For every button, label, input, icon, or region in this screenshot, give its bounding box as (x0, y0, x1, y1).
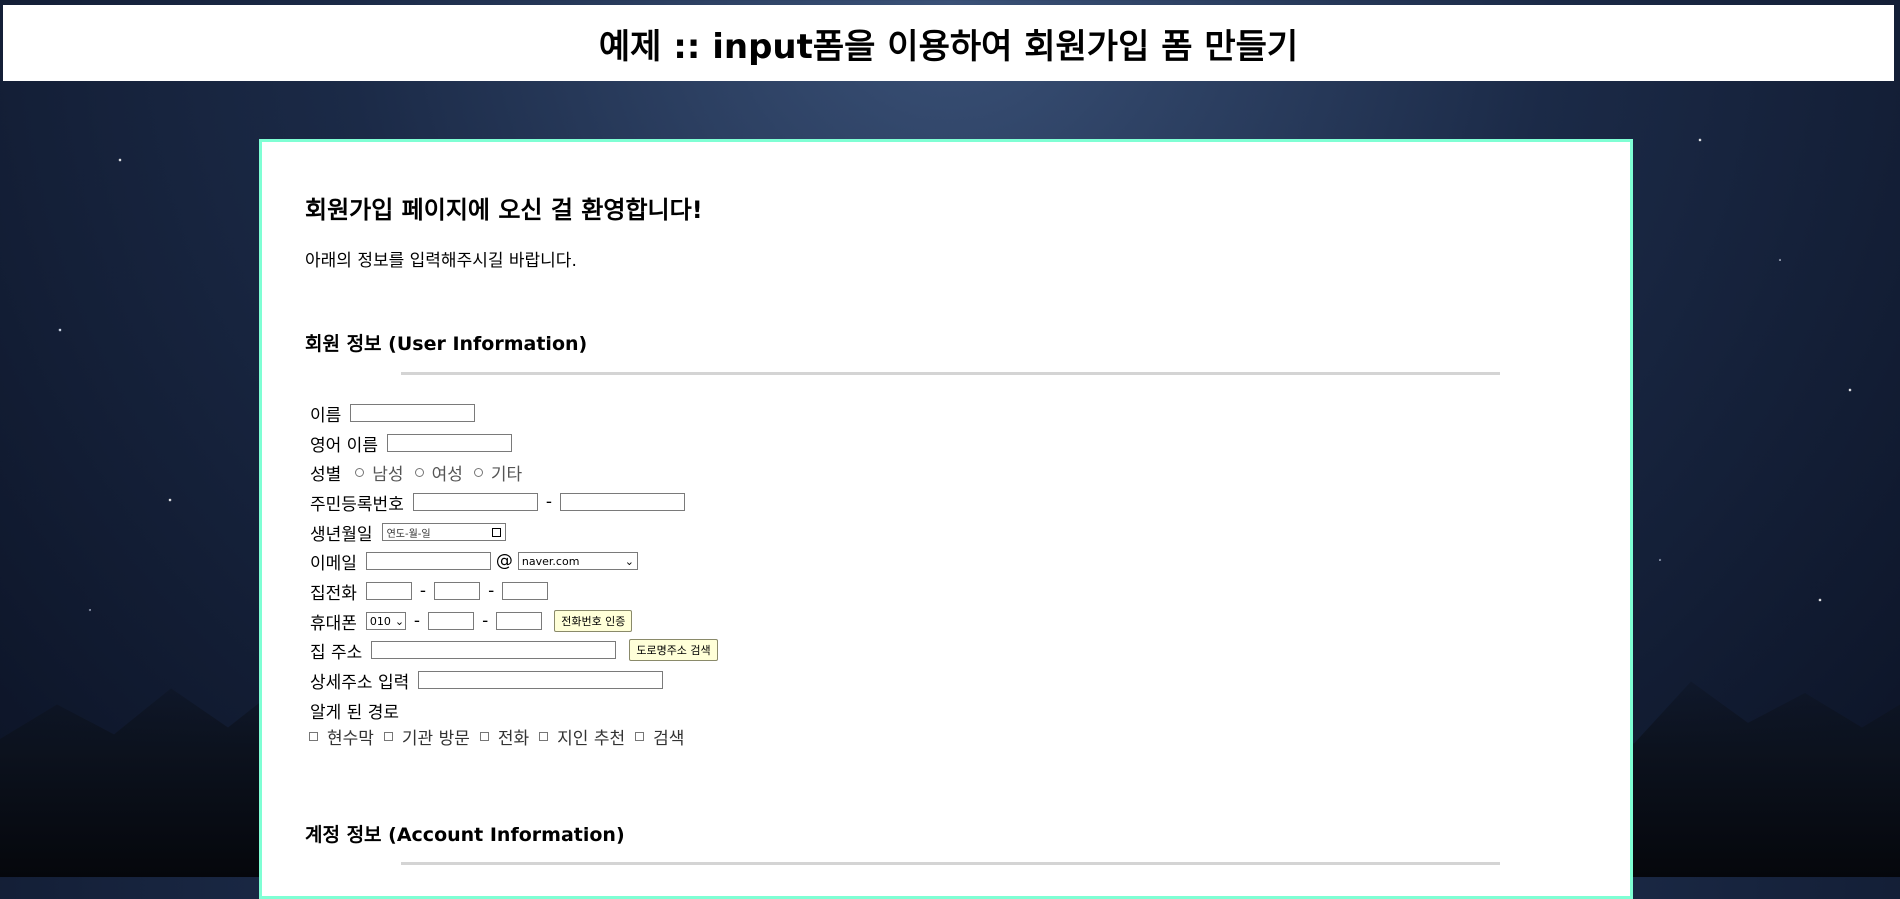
user-info-heading: 회원 정보 (User Information) (305, 333, 588, 355)
page-title: 예제 :: input폼을 이용하여 회원가입 폼 만들기 (598, 26, 1299, 67)
birthdate-label: 생년월일 (310, 524, 373, 545)
english-name-input[interactable] (386, 434, 512, 452)
birthdate-input[interactable]: 연도-월-일 (381, 523, 506, 541)
mobile-prefix-select[interactable]: 010 ⌄ (365, 612, 406, 630)
mobile-label: 휴대폰 (310, 613, 357, 634)
welcome-heading: 회원가입 페이지에 오신 걸 환영합니다! (305, 196, 703, 224)
address-detail-label: 상세주소 입력 (310, 672, 410, 693)
referral-visit-checkbox[interactable] (383, 731, 393, 741)
rrn-dash: - (545, 492, 552, 512)
referral-label: 알게 된 경로 (310, 702, 400, 723)
referral-banner-label: 현수막 (327, 728, 374, 749)
mobile-dash-2: - (482, 611, 489, 631)
referral-phone-label: 전화 (497, 728, 530, 749)
gender-male-radio[interactable] (355, 467, 365, 477)
gender-male-label: 남성 (372, 464, 404, 485)
email-local-input[interactable] (365, 552, 491, 570)
address-detail-row: 상세주소 입력 (310, 667, 664, 693)
name-label: 이름 (310, 405, 342, 426)
form-instructions: 아래의 정보를 입력해주시길 바랍니다. (305, 251, 577, 271)
gender-row: 성별 남성 여성 기타 (310, 459, 528, 485)
phone-verify-button[interactable]: 전화번호 인증 (554, 610, 633, 632)
rrn-label: 주민등록번호 (310, 494, 404, 515)
referral-search-label: 검색 (653, 728, 685, 749)
name-row: 이름 (310, 400, 476, 426)
user-info-divider (401, 372, 1500, 375)
home-phone-part3-input[interactable] (502, 582, 549, 600)
home-phone-dash-1: - (419, 581, 427, 601)
home-phone-row: 집전화 - - (310, 578, 549, 604)
mobile-prefix-value: 010 (369, 614, 391, 628)
home-phone-label: 집전화 (310, 583, 357, 604)
gender-other-label: 기타 (490, 464, 523, 485)
calendar-icon[interactable] (491, 527, 501, 537)
referral-row: 알게 된 경로 (310, 697, 408, 723)
email-row: 이메일 @ naver.com ⌄ (310, 548, 638, 574)
referral-phone-checkbox[interactable] (479, 731, 489, 741)
address-detail-input[interactable] (418, 671, 664, 689)
referral-options: 현수막 기관 방문 전화 지인 추천 검색 (307, 723, 692, 749)
chevron-down-icon: ⌄ (394, 614, 405, 628)
signup-form-card: 회원가입 페이지에 오신 걸 환영합니다! 아래의 정보를 입력해주시길 바랍니… (259, 139, 1633, 899)
gender-female-radio[interactable] (414, 467, 424, 477)
address-search-button[interactable]: 도로명주소 검색 (629, 639, 718, 661)
rrn-back-input[interactable] (559, 493, 685, 511)
address-row: 집 주소 도로명주소 검색 (310, 637, 718, 663)
referral-friend-checkbox[interactable] (539, 731, 549, 741)
english-name-row: 영어 이름 (310, 430, 512, 456)
email-domain-value: naver.com (521, 554, 580, 568)
gender-label: 성별 (310, 464, 342, 485)
referral-visit-label: 기관 방문 (401, 728, 470, 749)
referral-banner-checkbox[interactable] (309, 731, 318, 741)
name-input[interactable] (350, 404, 476, 422)
home-phone-part2-input[interactable] (434, 582, 481, 600)
page-header: 예제 :: input폼을 이용하여 회원가입 폼 만들기 (3, 5, 1894, 81)
mobile-row: 휴대폰 010 ⌄ - - 전화번호 인증 (310, 608, 633, 634)
gender-female-label: 여성 (431, 464, 463, 485)
home-phone-part1-input[interactable] (365, 582, 412, 600)
email-label: 이메일 (310, 553, 357, 574)
account-info-heading: 계정 정보 (Account Information) (305, 824, 625, 846)
account-info-divider (401, 862, 1500, 865)
email-domain-select[interactable]: naver.com ⌄ (517, 552, 638, 570)
chevron-down-icon: ⌄ (624, 554, 634, 568)
mobile-dash-1: - (413, 611, 421, 631)
email-at-sign: @ (495, 551, 513, 571)
referral-friend-label: 지인 추천 (557, 728, 626, 749)
rrn-row: 주민등록번호 - (310, 489, 685, 515)
home-phone-dash-2: - (488, 581, 495, 601)
mobile-part3-input[interactable] (496, 612, 543, 630)
gender-other-radio[interactable] (473, 467, 483, 477)
referral-search-checkbox[interactable] (635, 731, 645, 741)
mobile-part2-input[interactable] (428, 612, 475, 630)
address-input[interactable] (371, 641, 617, 659)
english-name-label: 영어 이름 (310, 435, 378, 456)
address-label: 집 주소 (310, 642, 363, 663)
birthdate-placeholder: 연도-월-일 (386, 528, 431, 540)
rrn-front-input[interactable] (412, 493, 538, 511)
birthdate-row: 생년월일 연도-월-일 (310, 519, 506, 545)
